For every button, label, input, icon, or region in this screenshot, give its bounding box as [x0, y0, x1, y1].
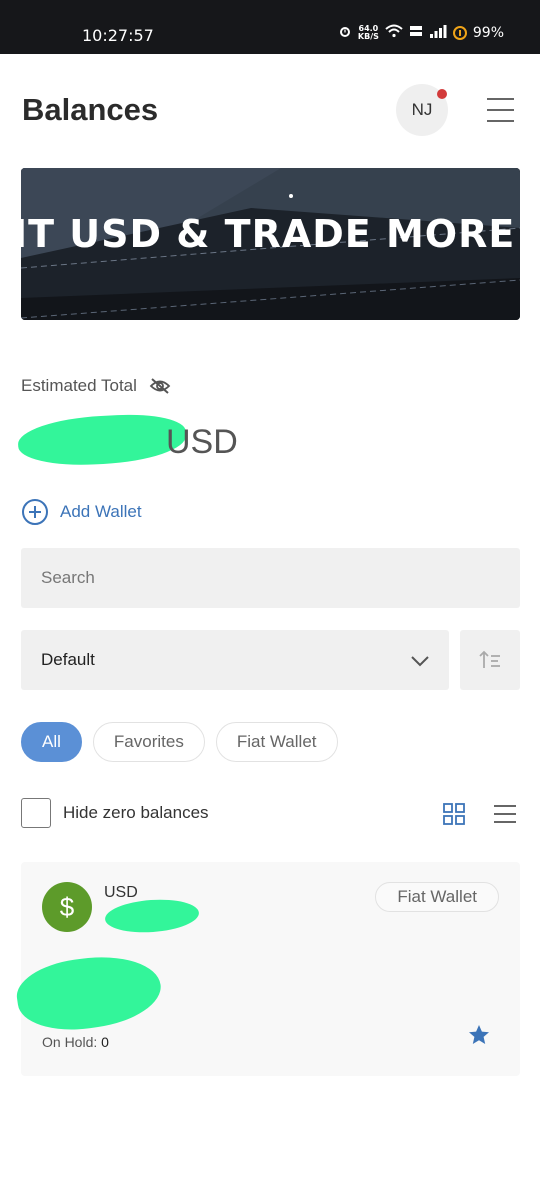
list-view-icon[interactable] [494, 804, 516, 824]
on-hold-value: 0 [101, 1034, 109, 1050]
estimated-total-label: Estimated Total [21, 376, 171, 396]
promo-banner[interactable]: IT USD & TRADE MORE T [21, 168, 520, 320]
add-wallet-label: Add Wallet [60, 502, 142, 521]
hide-zero-checkbox[interactable] [21, 798, 51, 828]
sort-select-value: Default [41, 650, 95, 669]
wallet-type-badge: Fiat Wallet [375, 882, 499, 912]
redaction-mark [103, 896, 201, 936]
favorite-star-icon[interactable] [468, 1024, 490, 1046]
sort-select[interactable]: Default [21, 630, 449, 690]
filter-fiat-wallet[interactable]: Fiat Wallet [215, 722, 338, 762]
hide-zero-label: Hide zero balances [63, 803, 209, 822]
total-currency: USD [166, 423, 238, 461]
wallet-name: USD [104, 884, 138, 901]
eye-off-icon[interactable] [149, 377, 171, 395]
redaction-mark [12, 948, 166, 1038]
alarm-icon [338, 24, 352, 42]
net-speed: 64.0 KB/S [358, 25, 379, 41]
redaction-mark [16, 411, 188, 469]
wallet-card[interactable]: $ USD Fiat Wallet On Hold: 0 [12, 862, 520, 1076]
status-icons: 64.0 KB/S 99% [338, 24, 504, 42]
volte-icon [409, 24, 423, 42]
hide-zero-row: Hide zero balances [21, 798, 209, 828]
filter-favorites[interactable]: Favorites [92, 722, 205, 762]
battery-icon [452, 26, 467, 40]
notification-dot [437, 89, 447, 99]
net-speed-unit: KB/S [357, 32, 379, 41]
wifi-icon [385, 24, 403, 42]
on-hold: On Hold: 0 [42, 1034, 109, 1050]
on-hold-label: On Hold: [42, 1034, 98, 1050]
plus-circle-icon [22, 499, 48, 525]
search-input[interactable]: Search [21, 548, 520, 608]
battery-level: 99% [472, 25, 504, 41]
add-wallet-button[interactable]: Add Wallet [22, 499, 142, 525]
chevron-down-icon [411, 656, 429, 667]
filter-pills: All Favorites Fiat Wallet [21, 722, 338, 762]
page-title: Balances [22, 92, 159, 127]
signal-icon [429, 24, 447, 42]
sort-ascending-icon [479, 650, 500, 668]
banner-text: IT USD & TRADE MORE T [21, 212, 520, 256]
status-bar: 10:27:57 64.0 KB/S 99% [0, 0, 540, 54]
grid-view-icon[interactable] [443, 803, 465, 825]
banner-dot [289, 194, 293, 198]
usd-coin-icon: $ [42, 882, 92, 932]
filter-all[interactable]: All [21, 722, 82, 762]
hamburger-menu-icon[interactable] [487, 97, 514, 123]
status-time: 10:27:57 [82, 26, 154, 45]
estimated-total-text: Estimated Total [21, 376, 137, 395]
sort-order-button[interactable] [460, 630, 520, 690]
